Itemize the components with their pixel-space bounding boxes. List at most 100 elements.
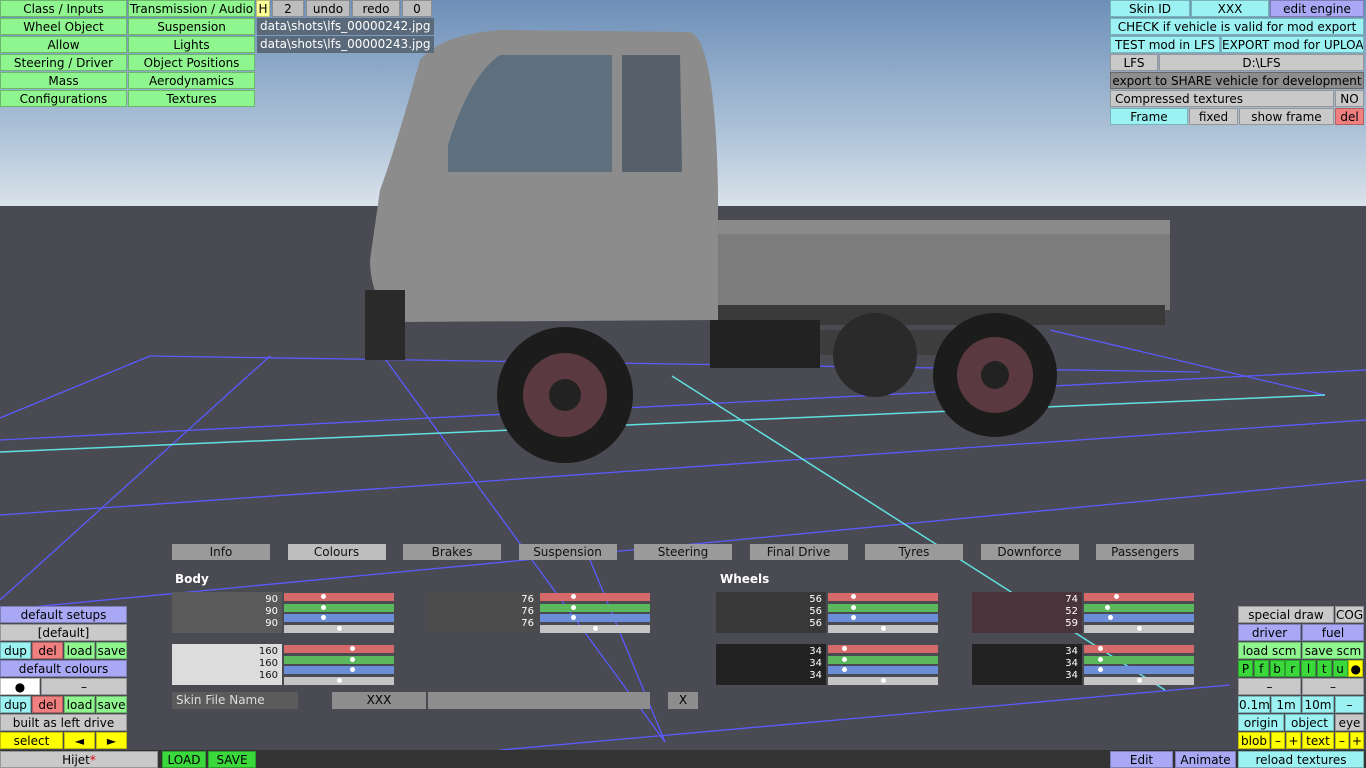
colour-slider[interactable] <box>1084 624 1194 633</box>
colour-slider[interactable] <box>284 624 394 633</box>
tab-steering[interactable]: Steering <box>634 544 732 560</box>
slider-knob[interactable] <box>571 615 576 620</box>
save-setup-button[interactable]: save <box>96 642 127 659</box>
draw-toggle-p[interactable]: P <box>1238 660 1253 677</box>
export-mod-button[interactable]: EXPORT mod for UPLOAD <box>1221 36 1364 53</box>
edit-engine-button[interactable]: edit engine <box>1270 0 1364 17</box>
default-setup-item[interactable]: [default] <box>0 624 127 641</box>
reload-textures-button[interactable]: reload textures <box>1238 751 1364 768</box>
slider-knob[interactable] <box>881 625 886 631</box>
slider-knob[interactable] <box>1137 677 1142 683</box>
load-setup-button[interactable]: load <box>64 642 95 659</box>
lfs-button[interactable]: LFS <box>1110 54 1158 71</box>
colour-slider[interactable] <box>284 593 394 601</box>
blob-plus-button[interactable]: + <box>1286 732 1301 749</box>
colour-swatch[interactable]: 160 160 160 <box>172 644 282 685</box>
check-button[interactable]: CHECK if vehicle is valid for mod export <box>1110 18 1364 35</box>
colour-slider[interactable] <box>828 603 938 612</box>
eye-button[interactable]: eye <box>1335 714 1364 731</box>
slider-knob[interactable] <box>321 604 326 610</box>
menu-configurations[interactable]: Configurations <box>0 90 127 107</box>
slider-knob[interactable] <box>1098 667 1103 672</box>
slider-knob[interactable] <box>350 646 355 651</box>
slider-knob[interactable] <box>1114 594 1119 599</box>
colour-slider[interactable] <box>828 614 938 622</box>
slider-knob[interactable] <box>350 667 355 672</box>
redo-button[interactable]: redo <box>352 0 400 17</box>
slider-knob[interactable] <box>350 656 355 662</box>
tab-downforce[interactable]: Downforce <box>980 544 1079 560</box>
text-plus-button[interactable]: + <box>1350 732 1364 749</box>
colour-slider[interactable] <box>828 655 938 664</box>
default-setups-button[interactable]: default setups <box>0 606 127 623</box>
share-button[interactable]: export to SHARE vehicle for development <box>1110 72 1364 89</box>
blob-minus-button[interactable]: – <box>1271 732 1285 749</box>
dup-setup-button[interactable]: dup <box>0 642 31 659</box>
slider-knob[interactable] <box>321 615 326 620</box>
draw-toggle-dot[interactable]: ● <box>1348 660 1364 677</box>
next-arrow-icon[interactable]: ► <box>96 732 127 749</box>
slider-knob[interactable] <box>571 604 576 610</box>
del-frame-button[interactable]: del <box>1335 108 1364 125</box>
menu-textures[interactable]: Textures <box>128 90 255 107</box>
colour-slider[interactable] <box>1084 645 1194 653</box>
driver-button[interactable]: driver <box>1238 624 1301 641</box>
built-left-drive-button[interactable]: built as left drive <box>0 714 127 731</box>
dash-left[interactable]: – <box>1238 678 1301 695</box>
scale-10m-button[interactable]: 10m <box>1302 696 1334 713</box>
colour-slider[interactable] <box>540 624 650 633</box>
colour-swatch[interactable]: 34 34 34 <box>972 644 1082 685</box>
tab-tyres[interactable]: Tyres <box>865 544 963 560</box>
slider-knob[interactable] <box>571 594 576 599</box>
colour-slider[interactable] <box>828 645 938 653</box>
test-mod-button[interactable]: TEST mod in LFS <box>1110 36 1220 53</box>
origin-button[interactable]: origin <box>1238 714 1284 731</box>
tab-suspension[interactable]: Suspension <box>518 544 617 560</box>
colour-slider[interactable] <box>828 593 938 601</box>
menu-aerodynamics[interactable]: Aerodynamics <box>128 72 255 89</box>
car-name[interactable]: Hijet* <box>0 751 158 768</box>
colour-slider[interactable] <box>1084 655 1194 664</box>
colour-dash-item[interactable]: – <box>41 678 127 695</box>
select-button[interactable]: select <box>0 732 63 749</box>
del-colour-button[interactable]: del <box>32 696 63 713</box>
count-button[interactable]: 2 <box>272 0 304 17</box>
colour-slider[interactable] <box>540 614 650 622</box>
del-setup-button[interactable]: del <box>32 642 63 659</box>
load-car-button[interactable]: LOAD <box>162 751 206 768</box>
cog-button[interactable]: COG <box>1335 606 1364 623</box>
fuel-button[interactable]: fuel <box>1302 624 1364 641</box>
tab-final-drive[interactable]: Final Drive <box>749 544 848 560</box>
colour-swatch[interactable]: 56 56 56 <box>716 592 826 633</box>
colour-slider[interactable] <box>284 655 394 664</box>
menu-wheel-object[interactable]: Wheel Object <box>0 18 127 35</box>
colour-slider[interactable] <box>284 676 394 685</box>
slider-knob[interactable] <box>593 625 598 631</box>
slider-knob[interactable] <box>851 604 856 610</box>
zero-button[interactable]: 0 <box>402 0 432 17</box>
text-button[interactable]: text <box>1302 732 1334 749</box>
h-button[interactable]: H <box>256 0 270 17</box>
save-car-button[interactable]: SAVE <box>208 751 256 768</box>
colour-slider[interactable] <box>1084 614 1194 622</box>
skin-file-name-input[interactable] <box>428 692 650 709</box>
lfs-path[interactable]: D:\LFS <box>1159 54 1364 71</box>
colour-slider[interactable] <box>284 614 394 622</box>
colour-slider[interactable] <box>284 645 394 653</box>
scale-1m-button[interactable]: 1m <box>1271 696 1301 713</box>
colour-swatch[interactable]: 76 76 76 <box>428 592 538 633</box>
colour-dot-item[interactable]: ● <box>0 678 40 695</box>
slider-knob[interactable] <box>1098 656 1103 662</box>
slider-knob[interactable] <box>1108 615 1113 620</box>
save-colour-button[interactable]: save <box>96 696 127 713</box>
colour-slider[interactable] <box>540 603 650 612</box>
menu-transmission-audio[interactable]: Transmission / Audio <box>128 0 255 17</box>
tab-colours[interactable]: Colours <box>287 544 386 560</box>
draw-toggle-r[interactable]: r <box>1285 660 1301 677</box>
skin-clear-button[interactable]: X <box>668 692 698 709</box>
load-colour-button[interactable]: load <box>64 696 95 713</box>
menu-class-inputs[interactable]: Class / Inputs <box>0 0 127 17</box>
tab-info[interactable]: Info <box>172 544 270 560</box>
slider-knob[interactable] <box>337 677 342 683</box>
frame-button[interactable]: Frame <box>1110 108 1188 125</box>
